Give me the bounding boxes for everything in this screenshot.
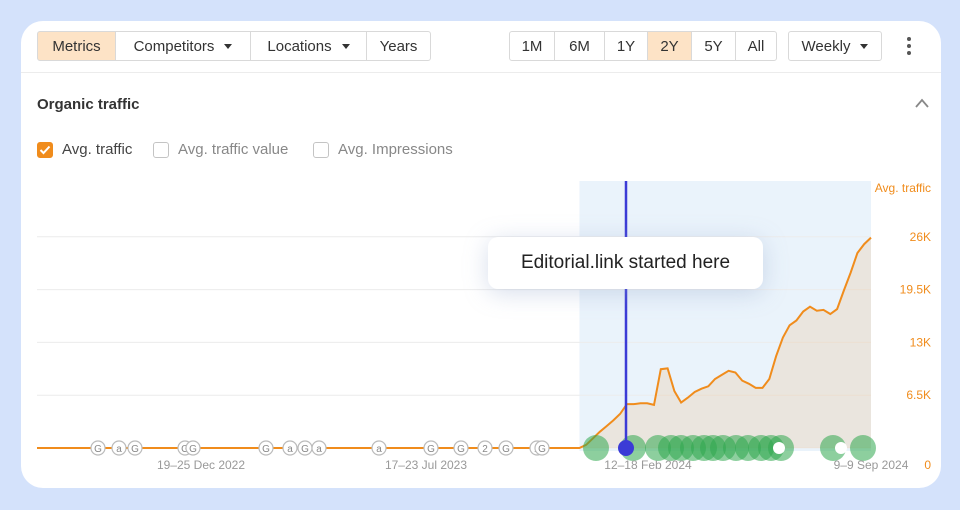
start-marker-dot [618, 440, 634, 456]
x-tick-label: 9–9 Sep 2024 [834, 458, 909, 472]
x-tick-label: 19–25 Dec 2022 [157, 458, 245, 472]
organic-traffic-card: Metrics Competitors Locations Years 1M 6… [21, 21, 941, 488]
event-marker-label: a [287, 444, 293, 455]
y-axis-label: Avg. traffic [875, 181, 931, 195]
event-marker[interactable] [835, 442, 847, 454]
event-marker-label: G [131, 444, 139, 455]
event-marker[interactable] [773, 442, 785, 454]
event-marker-label: a [116, 444, 122, 455]
x-tick-label: 12–18 Feb 2024 [604, 458, 692, 472]
y-tick-label: 13K [910, 335, 931, 349]
event-marker-label: G [301, 444, 309, 455]
event-marker-label: G [427, 444, 435, 455]
y-tick-label: 26K [910, 230, 931, 244]
y-tick-label: 0 [924, 458, 931, 472]
event-marker-label: G [94, 444, 102, 455]
event-marker-label: G [457, 444, 465, 455]
event-marker-label: 2 [482, 444, 488, 455]
event-marker-label: G [538, 444, 546, 455]
event-marker-label: G [502, 444, 510, 455]
annotation-callout: Editorial.link started here [488, 237, 763, 289]
event-marker-label: G [262, 444, 270, 455]
y-tick-label: 6.5K [906, 388, 931, 402]
y-tick-label: 19.5K [900, 283, 931, 297]
event-marker-label: a [316, 444, 322, 455]
x-tick-label: 17–23 Jul 2023 [385, 458, 467, 472]
event-marker-label: G [189, 444, 197, 455]
traffic-chart[interactable]: GaGGGGaGaaGG2G2G Avg. traffic 06.5K13K19… [21, 21, 941, 488]
event-marker-label: a [376, 444, 382, 455]
